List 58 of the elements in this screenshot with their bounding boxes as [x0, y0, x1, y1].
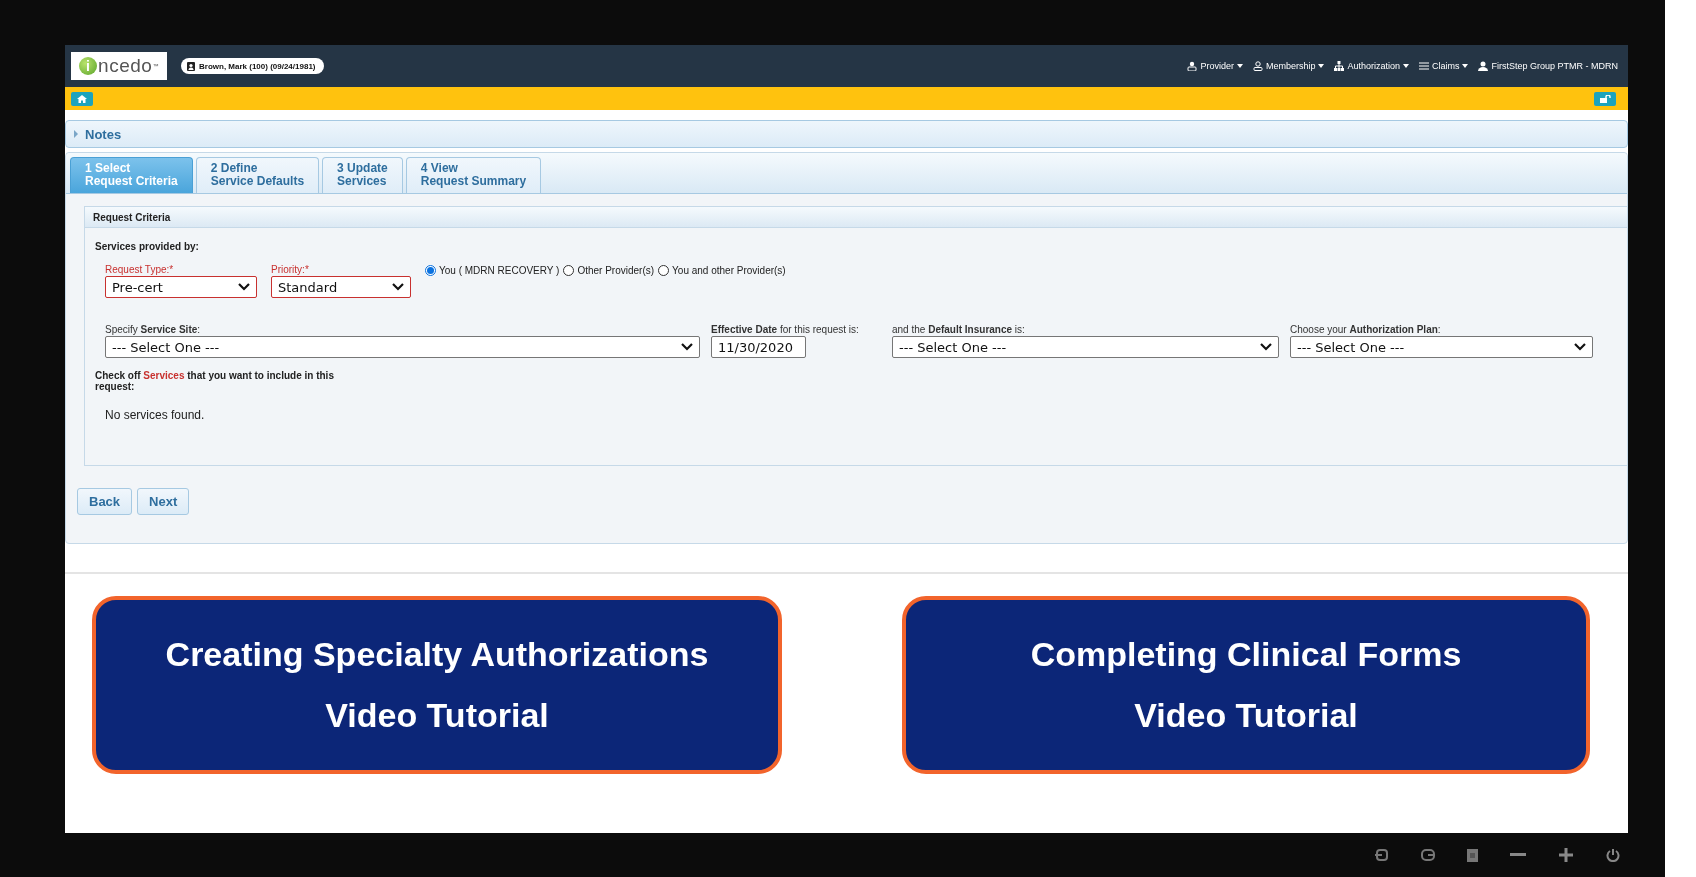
field-label: Specify Service Site:: [105, 324, 202, 335]
nav-menu[interactable]: Authorization: [1334, 61, 1409, 71]
caret-icon: [1462, 64, 1469, 68]
input-icon[interactable]: [1375, 849, 1389, 861]
hierarchy-icon: [1334, 61, 1345, 71]
home-button[interactable]: [71, 91, 93, 106]
unlock-button[interactable]: [1594, 91, 1616, 106]
empty-message: No services found.: [105, 408, 206, 422]
field-label: Choose your Authorization Plan:: [1290, 324, 1442, 335]
chevron-down-icon: [238, 283, 250, 291]
chevron-down-icon: [681, 343, 693, 351]
field-label: and the Default Insurance is:: [892, 324, 1026, 335]
field-label: Effective Date for this request is:: [711, 324, 860, 335]
nav-menu[interactable]: Claims: [1418, 61, 1469, 71]
dropdown-field[interactable]: --- Select One ---: [892, 336, 1279, 358]
next-button[interactable]: Next: [137, 488, 190, 515]
caret-icon: [1236, 64, 1243, 68]
nav-menu[interactable]: Provider: [1187, 61, 1243, 71]
caret-icon: [1318, 64, 1325, 68]
radio-option[interactable]: Other Provider(s): [563, 265, 655, 276]
radio-option[interactable]: You ( MDRN RECOVERY ): [425, 265, 560, 276]
date-field[interactable]: 11/30/2020: [711, 336, 806, 358]
wizard-tab[interactable]: 3 Update Services: [322, 157, 403, 193]
chevron-down-icon: [1574, 343, 1586, 351]
video-tutorial-button[interactable]: Creating Specialty Authorizations Video Tutorial: [92, 596, 782, 774]
field-label: Request Type:*: [105, 264, 175, 275]
field-label: Priority:*: [271, 264, 310, 275]
caret-icon: [1402, 64, 1409, 68]
dropdown-field[interactable]: --- Select One ---: [105, 336, 700, 358]
radio-button[interactable]: [563, 265, 575, 276]
person-icon: [1252, 61, 1263, 71]
video-tutorial-button[interactable]: Completing Clinical Forms Video Tutorial: [902, 596, 1590, 774]
chevron-down-icon: [392, 283, 404, 291]
back-button[interactable]: Back: [77, 488, 133, 515]
padlock-icon: [1599, 94, 1611, 103]
provider-icon: [1187, 61, 1198, 71]
plus-icon[interactable]: [1558, 847, 1574, 863]
notes-panel-header[interactable]: Notes: [65, 120, 1628, 148]
person-icon: [187, 61, 195, 71]
radio-button[interactable]: [425, 265, 436, 276]
minus-icon[interactable]: [1510, 853, 1526, 857]
wizard-tab[interactable]: 4 View Request Summary: [405, 157, 542, 193]
chevron-down-icon: [1260, 343, 1272, 351]
radio-button[interactable]: [658, 265, 670, 276]
dropdown-field[interactable]: Pre-cert: [105, 276, 257, 298]
radio-option[interactable]: You and other Provider(s): [658, 265, 786, 276]
panel-title: Request Criteria: [93, 211, 171, 223]
user-menu[interactable]: FirstStep Group PTMR - MDRN: [1478, 61, 1618, 71]
nav-menu[interactable]: Membership: [1252, 61, 1325, 71]
services-prompt: Check off Services that you want to include in this request:: [95, 370, 335, 392]
member-badge: Brown, Mark (100) (09/24/1981): [181, 58, 324, 74]
wizard-tab[interactable]: 2 Define Service Defaults: [195, 157, 320, 193]
dropdown-field[interactable]: --- Select One ---: [1290, 336, 1593, 358]
user-icon: [1478, 61, 1489, 71]
section-label: Services provided by:: [95, 241, 199, 252]
power-icon[interactable]: [1606, 848, 1620, 862]
dropdown-field[interactable]: Standard: [271, 276, 411, 298]
home-icon: [77, 94, 87, 103]
